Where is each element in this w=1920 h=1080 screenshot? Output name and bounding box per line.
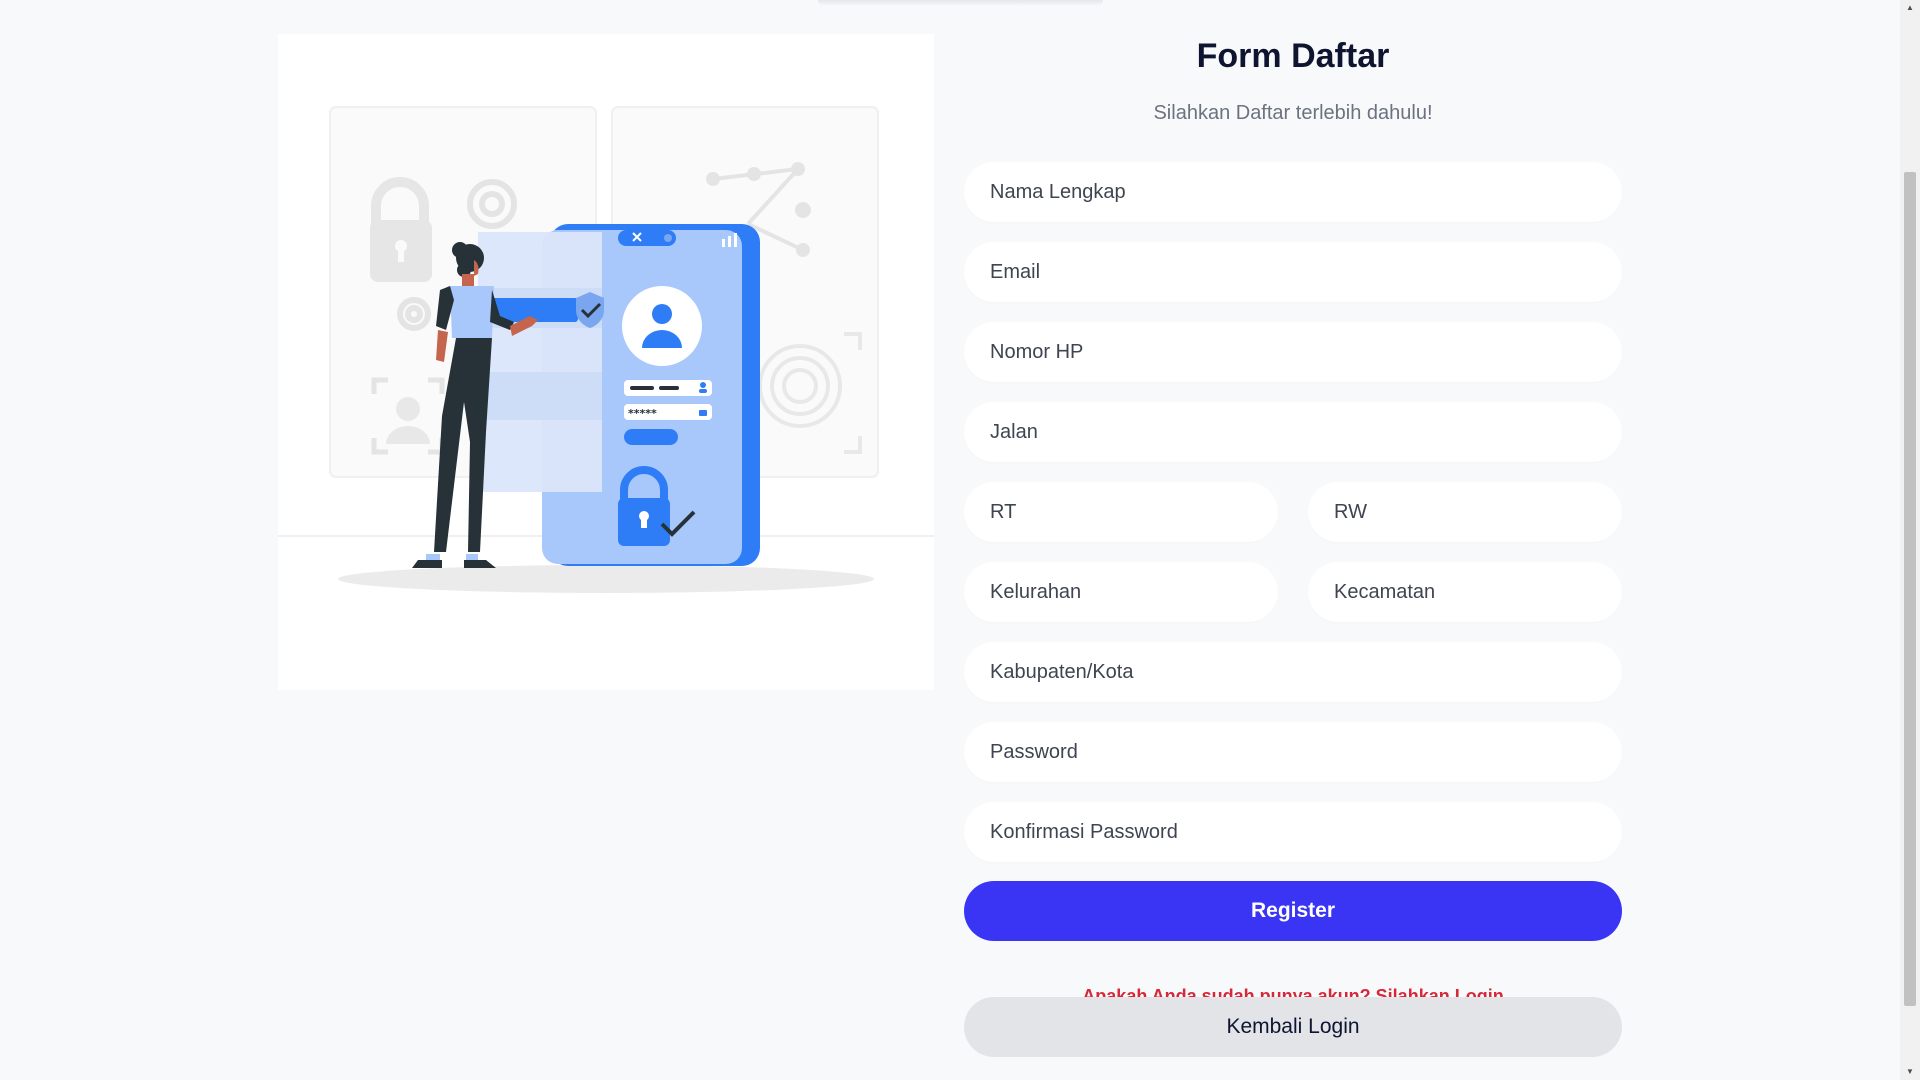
page-scrollbar[interactable]: ▲ ▼	[1900, 0, 1920, 1080]
row-kelurahan-kecamatan	[964, 562, 1622, 622]
email-input[interactable]	[964, 242, 1622, 302]
password-mask-text: *****	[628, 407, 657, 420]
nama-lengkap-input[interactable]	[964, 162, 1622, 222]
row-nomor-hp	[964, 322, 1622, 382]
row-kabupaten-kota	[964, 642, 1622, 702]
scrollbar-thumb[interactable]	[1904, 172, 1916, 1006]
rw-input[interactable]	[1308, 482, 1622, 542]
row-email	[964, 242, 1622, 302]
form-title: Form Daftar	[1196, 37, 1390, 75]
row-password	[964, 722, 1622, 782]
top-shadow-decoration	[818, 0, 1103, 6]
register-button[interactable]: Register	[964, 881, 1622, 941]
kelurahan-input[interactable]	[964, 562, 1278, 622]
scroll-up-arrow-icon[interactable]: ▲	[1900, 0, 1920, 16]
back-to-login-button[interactable]: Kembali Login	[964, 997, 1622, 1057]
kecamatan-input[interactable]	[1308, 562, 1622, 622]
illustration-svg: *****	[278, 106, 934, 593]
row-nama-lengkap	[964, 162, 1622, 222]
user-avatar-icon	[622, 286, 702, 366]
register-form: Form Daftar Silahkan Daftar terlebih dah…	[964, 34, 1622, 1057]
row-konfirmasi-password	[964, 802, 1622, 862]
scroll-down-arrow-icon[interactable]: ▼	[1900, 1064, 1920, 1080]
ground-shadow	[338, 565, 874, 593]
row-rt-rw	[964, 482, 1622, 542]
row-jalan	[964, 402, 1622, 462]
nomor-hp-input[interactable]	[964, 322, 1622, 382]
form-subtitle: Silahkan Daftar terlebih dahulu!	[1153, 102, 1433, 124]
password-input[interactable]	[964, 722, 1622, 782]
jalan-input[interactable]	[964, 402, 1622, 462]
rt-input[interactable]	[964, 482, 1278, 542]
login-security-illustration: *****	[278, 34, 934, 690]
konfirmasi-password-input[interactable]	[964, 802, 1622, 862]
kabupaten-kota-input[interactable]	[964, 642, 1622, 702]
